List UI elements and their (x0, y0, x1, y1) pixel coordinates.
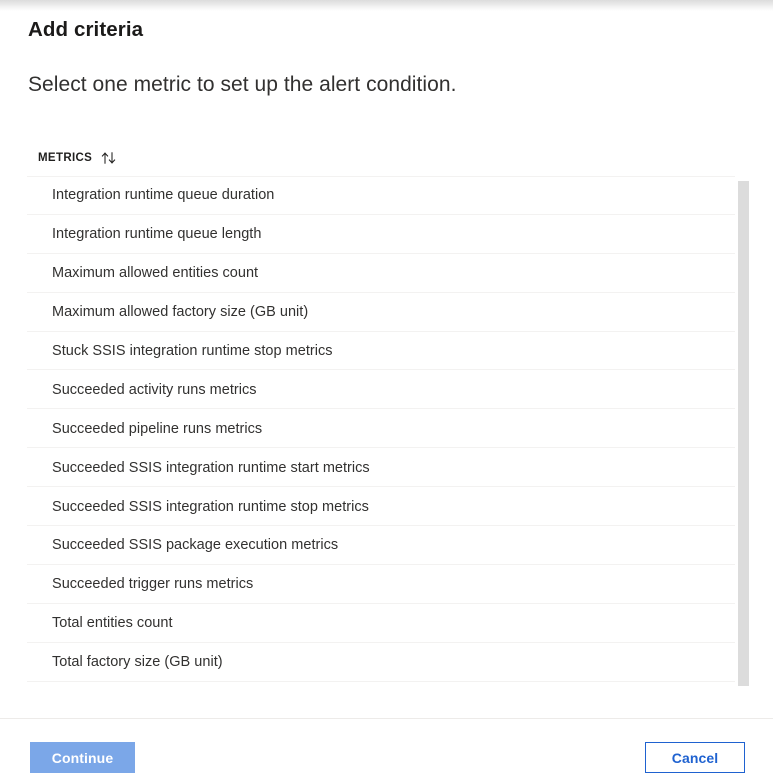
sort-ascending-descending-icon[interactable] (101, 151, 117, 165)
add-criteria-blade: Add criteria Select one metric to set up… (0, 0, 773, 784)
list-item[interactable]: Succeeded pipeline runs metrics (0, 409, 773, 449)
metrics-column-header[interactable]: METRICS (0, 143, 773, 173)
metric-name: Succeeded SSIS integration runtime stop … (52, 498, 369, 515)
metric-name: Succeeded pipeline runs metrics (52, 420, 263, 437)
list-item[interactable]: Succeeded trigger runs metrics (0, 564, 773, 604)
metric-name: Succeeded trigger runs metrics (52, 576, 254, 593)
metric-name: Succeeded SSIS integration runtime start… (52, 459, 370, 476)
page-subtitle: Select one metric to set up the alert co… (28, 73, 457, 96)
blade-header: Add criteria Select one metric to set up… (0, 0, 773, 99)
metric-name: Maximum allowed entities count (52, 265, 259, 282)
list-item[interactable]: Integration runtime queue length (0, 214, 773, 254)
metric-name: Maximum allowed factory size (GB unit) (52, 304, 309, 321)
list-item[interactable]: Succeeded activity runs metrics (0, 370, 773, 410)
page-title: Add criteria (28, 18, 144, 41)
metric-name: Succeeded SSIS package execution metrics (52, 537, 339, 554)
metric-name: Total factory size (GB unit) (52, 654, 223, 671)
metric-name: Succeeded activity runs metrics (52, 381, 257, 398)
list-item[interactable]: Integration runtime queue duration (0, 176, 773, 215)
metrics-list-viewport: Integration runtime queue duration Integ… (0, 176, 773, 691)
metrics-column-header-label: METRICS (38, 152, 93, 164)
metric-name: Integration runtime queue length (52, 226, 262, 243)
list-item[interactable]: Maximum allowed entities count (0, 253, 773, 293)
list-item[interactable]: Succeeded SSIS integration runtime start… (0, 448, 773, 488)
list-item[interactable]: Total entities count (0, 603, 773, 643)
list-item[interactable]: Succeeded SSIS integration runtime stop … (0, 487, 773, 527)
list-item[interactable]: Total factory size (GB unit) (0, 642, 773, 682)
scrollbar-thumb[interactable] (738, 181, 749, 686)
metrics-list-section: METRICS Integration runtime queue durati… (0, 143, 773, 691)
list-item[interactable]: Maximum allowed factory size (GB unit) (0, 292, 773, 332)
list-item[interactable]: Succeeded SSIS package execution metrics (0, 526, 773, 565)
metrics-list-scrollbar[interactable] (738, 176, 749, 691)
metric-name: Total entities count (52, 615, 173, 632)
blade-footer: Continue Cancel (0, 718, 773, 784)
metric-name: Stuck SSIS integration runtime stop metr… (52, 343, 333, 359)
cancel-button[interactable]: Cancel (645, 742, 745, 773)
metric-name: Integration runtime queue duration (52, 187, 275, 204)
list-item[interactable]: Stuck SSIS integration runtime stop metr… (0, 331, 773, 371)
metrics-list: Integration runtime queue duration Integ… (0, 176, 773, 682)
continue-button[interactable]: Continue (30, 742, 135, 773)
